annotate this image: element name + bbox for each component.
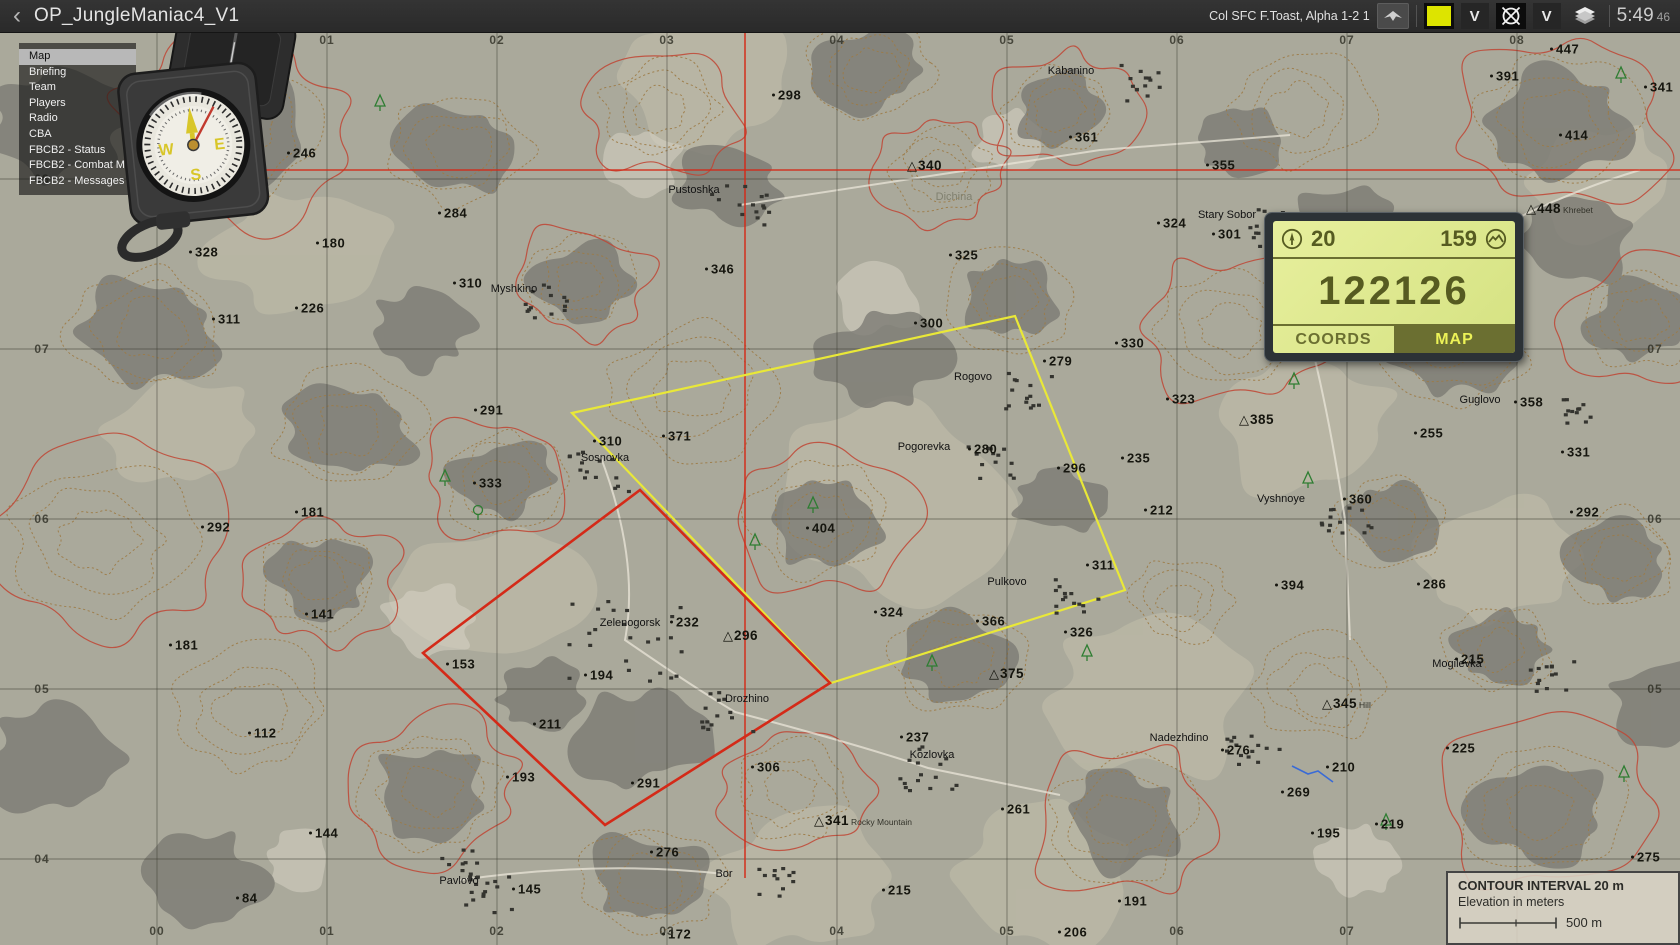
layers-icon: [1574, 6, 1596, 26]
game-screen: 2463282841803102263113462983253003613553…: [0, 0, 1680, 945]
gps-tab-map[interactable]: MAP: [1394, 326, 1515, 353]
menu-item-briefing[interactable]: Briefing: [19, 65, 136, 81]
eagle-rank-icon: [1383, 9, 1403, 23]
rank-insignia-button[interactable]: [1377, 3, 1409, 29]
gps-device: 20 159 122126 COORDS MAP: [1264, 212, 1524, 362]
gps-tab-coords[interactable]: COORDS: [1273, 326, 1394, 353]
back-button[interactable]: ‹: [0, 2, 34, 30]
gps-header-row: 20 159: [1273, 221, 1515, 259]
menu-item-fbcb2-combat-msgs[interactable]: FBCB2 - Combat Msgs: [19, 158, 136, 174]
gps-altitude-value: 159: [1440, 226, 1477, 252]
menu-item-fbcb2-status[interactable]: FBCB2 - Status: [19, 143, 136, 159]
marker-color-dropdown[interactable]: V: [1461, 3, 1489, 29]
divider: [1609, 5, 1610, 27]
altitude-mountain-icon: [1485, 228, 1507, 250]
gps-grid-reference: 122126: [1318, 269, 1469, 314]
marker-type-dropdown[interactable]: V: [1533, 3, 1561, 29]
clock-time: 5:49: [1617, 5, 1654, 27]
gps-heading-value: 20: [1311, 226, 1335, 252]
divider: [1416, 5, 1417, 27]
marker-color-tile[interactable]: [1424, 3, 1454, 29]
gps-tabs: COORDS MAP: [1273, 324, 1515, 353]
top-bar: ‹ OP_JungleManiac4_V1 Col SFC F.Toast, A…: [0, 0, 1680, 33]
player-name-label: Col SFC F.Toast, Alpha 1-2 1: [1209, 9, 1370, 23]
marker-color-swatch: [1427, 6, 1451, 26]
marker-type-tile[interactable]: [1496, 3, 1526, 29]
contour-interval-label: CONTOUR INTERVAL 20 m: [1458, 878, 1668, 893]
menu-item-radio[interactable]: Radio: [19, 111, 136, 127]
mission-title: OP_JungleManiac4_V1: [34, 5, 239, 27]
menu-item-map[interactable]: Map: [19, 49, 136, 65]
scale-distance-label: 500 m: [1566, 915, 1602, 930]
layers-button[interactable]: [1568, 3, 1602, 29]
heading-arrow-icon: [1281, 228, 1303, 250]
map[interactable]: 2463282841803102263113462983253003613553…: [0, 32, 1680, 945]
clock-seconds: 46: [1657, 10, 1670, 24]
gps-screen: 20 159 122126 COORDS MAP: [1273, 221, 1515, 353]
elevation-units-label: Elevation in meters: [1458, 895, 1668, 909]
menu-item-team[interactable]: Team: [19, 80, 136, 96]
scale-bar: [1458, 916, 1558, 930]
menu-item-players[interactable]: Players: [19, 96, 136, 112]
map-menu: MapBriefingTeamPlayersRadioCBAFBCB2 - St…: [19, 43, 136, 195]
gps-main-display: 122126: [1273, 259, 1515, 324]
menu-item-fbcb2-messages[interactable]: FBCB2 - Messages: [19, 174, 136, 190]
empty-marker-icon: [1499, 4, 1523, 28]
map-terrain: [0, 0, 1680, 945]
menu-item-cba[interactable]: CBA: [19, 127, 136, 143]
map-legend: CONTOUR INTERVAL 20 m Elevation in meter…: [1446, 871, 1680, 945]
game-clock: 5:49 46: [1617, 5, 1670, 27]
